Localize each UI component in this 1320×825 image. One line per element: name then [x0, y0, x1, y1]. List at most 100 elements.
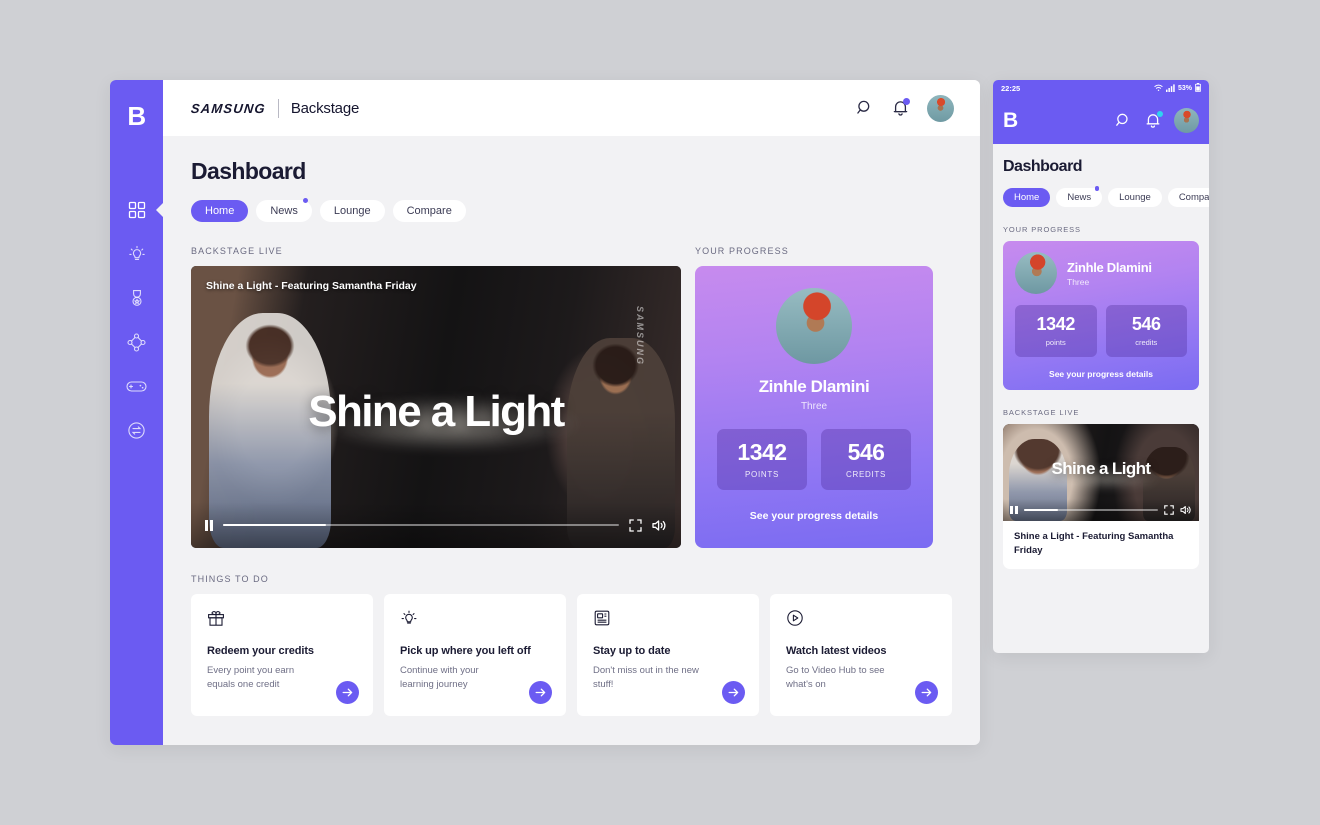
topbar: SAMSUNG Backstage	[163, 80, 980, 136]
mobile-tab-bar: Home News Lounge Compare	[1003, 186, 1209, 207]
stat-value: 546	[1131, 314, 1161, 334]
sidebar-nav	[110, 198, 165, 442]
progress-details-link[interactable]: See your progress details	[750, 510, 878, 522]
video-overlay-title: Shine a Light - Featuring Samantha Frida…	[206, 280, 417, 292]
todo-card-pick-up[interactable]: Pick up where you left off Continue with…	[384, 594, 566, 716]
backstage-live-section: BACKSTAGE LIVE SAMSUNG Shine a Light - F…	[191, 246, 681, 548]
sidebar-brand-initial[interactable]: B	[127, 103, 146, 129]
topbar-actions	[856, 94, 954, 122]
mobile-status-bar: 22:25 53%	[993, 80, 1209, 97]
search-icon[interactable]	[1115, 112, 1132, 129]
stat-credits: 546 credits	[1105, 305, 1187, 357]
tab-home[interactable]: Home	[191, 200, 249, 222]
tab-label: Lounge	[333, 205, 371, 217]
brand-logo[interactable]: SAMSUNG Backstage	[190, 98, 359, 118]
bell-icon[interactable]	[1145, 111, 1163, 129]
video-player[interactable]: SAMSUNG Shine a Light - Featuring Samant…	[191, 266, 681, 548]
gift-icon	[207, 611, 225, 631]
volume-icon[interactable]	[1180, 505, 1192, 515]
profile-level: Three	[800, 401, 828, 412]
tab-compare[interactable]: Compare	[392, 200, 466, 222]
profile-avatar	[1015, 252, 1057, 294]
mobile-tab-news[interactable]: News	[1056, 186, 1103, 207]
mobile-video-player[interactable]: Shine a Light	[1003, 424, 1199, 521]
samsung-wordmark: SAMSUNG	[190, 100, 267, 116]
mobile-profile-row: Zinhle Dlamini Three	[1015, 252, 1187, 294]
todo-title: Redeem your credits	[207, 645, 314, 657]
mobile-tab-home[interactable]: Home	[1003, 188, 1051, 207]
mobile-brand-initial[interactable]: B	[1003, 110, 1018, 131]
things-to-do-section: THINGS TO DO Redeem your credits Every p…	[191, 574, 952, 716]
medal-icon	[128, 289, 146, 307]
volume-icon[interactable]	[652, 519, 667, 532]
todo-card-watch-videos[interactable]: Watch latest videos Go to Video Hub to s…	[770, 594, 952, 716]
todo-card-stay-up-to-date[interactable]: Stay up to date Don't miss out in the ne…	[577, 594, 759, 716]
desktop-content: SAMSUNG Backstage Dashboard Home News Lo…	[163, 80, 980, 745]
mobile-body: Dashboard Home News Lounge Compare YOUR …	[993, 144, 1209, 569]
tab-label: Home	[205, 205, 235, 217]
todo-description: Every point you earn equals one credit	[207, 665, 295, 691]
arrow-right-icon[interactable]	[336, 681, 359, 704]
profile-text: Zinhle Dlamini Three	[1067, 260, 1152, 287]
tab-label: Compare	[406, 205, 452, 217]
article-icon	[593, 610, 611, 631]
notification-dot	[1157, 111, 1163, 117]
todo-title: Pick up where you left off	[400, 645, 531, 657]
tab-lounge[interactable]: Lounge	[319, 200, 385, 222]
stat-value: 1342	[737, 438, 787, 465]
tab-label: Home	[1014, 192, 1040, 203]
mobile-section-label-progress: YOUR PROGRESS	[1003, 225, 1081, 234]
progress-details-link[interactable]: See your progress details	[1015, 369, 1187, 379]
mobile-header-actions	[1115, 108, 1199, 133]
mobile-tab-compare[interactable]: Compare	[1167, 188, 1209, 207]
sidebar-item-ideas[interactable]	[121, 242, 153, 266]
sidebar-item-transfer[interactable]	[121, 418, 153, 442]
battery-percent: 53%	[1177, 85, 1192, 92]
sidebar: B	[110, 80, 165, 745]
lightbulb-icon	[128, 245, 146, 263]
search-icon[interactable]	[856, 99, 874, 117]
status-indicators: 53%	[1154, 83, 1201, 94]
main-row: BACKSTAGE LIVE SAMSUNG Shine a Light - F…	[191, 246, 952, 548]
avatar[interactable]	[927, 94, 954, 122]
todo-card-redeem-credits[interactable]: Redeem your credits Every point you earn…	[191, 594, 373, 716]
gamepad-icon	[126, 378, 147, 394]
tab-news[interactable]: News	[256, 198, 312, 222]
screenshot-stage: B SAMSUNG Backstage Dashboard Home News …	[0, 0, 1320, 825]
sidebar-item-network[interactable]	[121, 330, 153, 354]
section-label-live: BACKSTAGE LIVE	[191, 246, 283, 256]
progress-card[interactable]: Zinhle Dlamini Three 1342 POINTS 546 CRE…	[695, 266, 933, 548]
sidebar-item-games[interactable]	[121, 374, 153, 398]
sidebar-item-dashboard[interactable]	[121, 198, 165, 222]
fullscreen-icon[interactable]	[1164, 505, 1174, 515]
play-circle-icon	[786, 610, 804, 631]
section-label-progress: YOUR PROGRESS	[695, 246, 789, 256]
todo-grid: Redeem your credits Every point you earn…	[191, 594, 952, 716]
video-progress-bar[interactable]	[222, 523, 619, 527]
signal-icon	[1165, 83, 1175, 94]
video-progress-bar[interactable]	[1023, 508, 1158, 512]
mobile-video-card[interactable]: Shine a Light Shine a Light - Featuring …	[1003, 424, 1199, 569]
grid-icon	[128, 201, 146, 219]
logo-divider	[277, 98, 279, 118]
tab-notification-dot	[302, 198, 308, 203]
video-progress-fill	[1023, 508, 1059, 512]
sidebar-item-awards[interactable]	[121, 286, 153, 310]
lightbulb-icon	[400, 610, 418, 631]
mobile-progress-card[interactable]: Zinhle Dlamini Three 1342 points 546 cre…	[1003, 241, 1199, 390]
pause-button[interactable]	[205, 519, 213, 531]
page-area: Dashboard Home News Lounge Compare BACKS…	[163, 136, 980, 745]
arrow-right-icon[interactable]	[722, 681, 745, 704]
mobile-page-title: Dashboard	[1003, 158, 1083, 175]
tab-label: News	[1067, 192, 1092, 203]
arrow-right-icon[interactable]	[529, 681, 552, 704]
bell-icon[interactable]	[892, 98, 910, 117]
mobile-tab-lounge[interactable]: Lounge	[1108, 188, 1162, 207]
fullscreen-icon[interactable]	[629, 518, 642, 532]
pause-button[interactable]	[1010, 506, 1018, 514]
tab-label: News	[270, 205, 298, 217]
avatar[interactable]	[1174, 108, 1199, 133]
stat-label: credits	[1135, 338, 1158, 347]
stat-label: POINTS	[745, 469, 779, 479]
arrow-right-icon[interactable]	[915, 681, 938, 704]
